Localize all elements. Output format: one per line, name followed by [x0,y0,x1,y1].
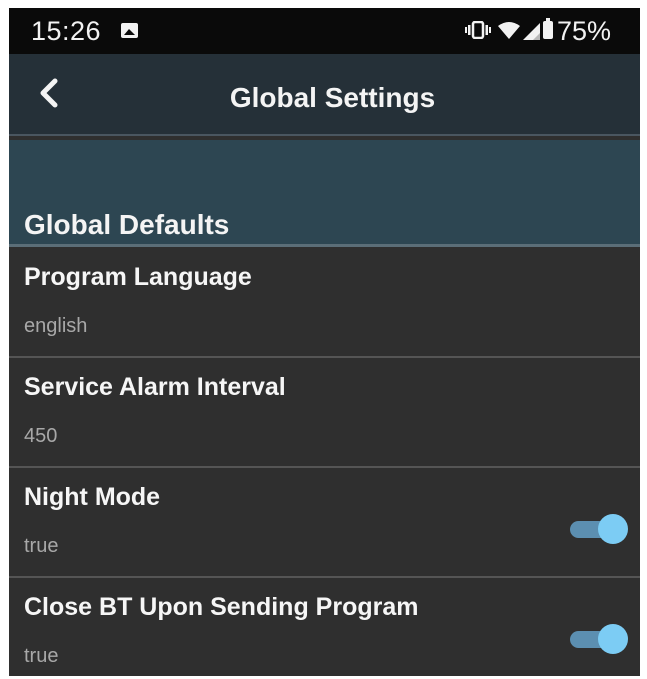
section-header-global-defaults: Global Defaults [9,140,640,247]
toggle-thumb [598,514,628,544]
night-mode-toggle[interactable] [568,514,628,544]
section-title: Global Defaults [24,209,230,240]
pref-night-mode[interactable]: Night Mode true [9,466,640,578]
pref-title: Service Alarm Interval [24,373,286,401]
vibrate-icon [465,21,491,39]
page-title: Global Settings [229,82,436,113]
status-time: 15:26 [31,16,102,46]
battery-percent: 75% [557,16,612,46]
pref-title: Program Language [24,263,252,291]
pref-value: true [24,645,59,667]
status-bar: 15:26 75% [9,8,640,54]
pref-title: Night Mode [24,483,161,511]
app-bar: Global Settings [9,54,640,136]
pref-value: true [24,535,59,557]
pref-program-language[interactable]: Program Language english [9,246,640,358]
toggle-thumb [598,624,628,654]
close-bt-toggle[interactable] [568,624,628,654]
pref-close-bt-upon-sending[interactable]: Close BT Upon Sending Program true [9,576,640,676]
pref-service-alarm-interval[interactable]: Service Alarm Interval 450 [9,356,640,468]
pref-title: Close BT Upon Sending Program [24,593,419,621]
wifi-icon [498,22,520,39]
battery-icon [543,18,553,39]
gallery-icon [121,23,138,38]
signal-icon [523,23,540,40]
pref-value: 450 [24,425,58,447]
settings-screen: 15:26 75% Global Settings Global Default… [9,8,640,676]
pref-value: english [24,315,88,337]
